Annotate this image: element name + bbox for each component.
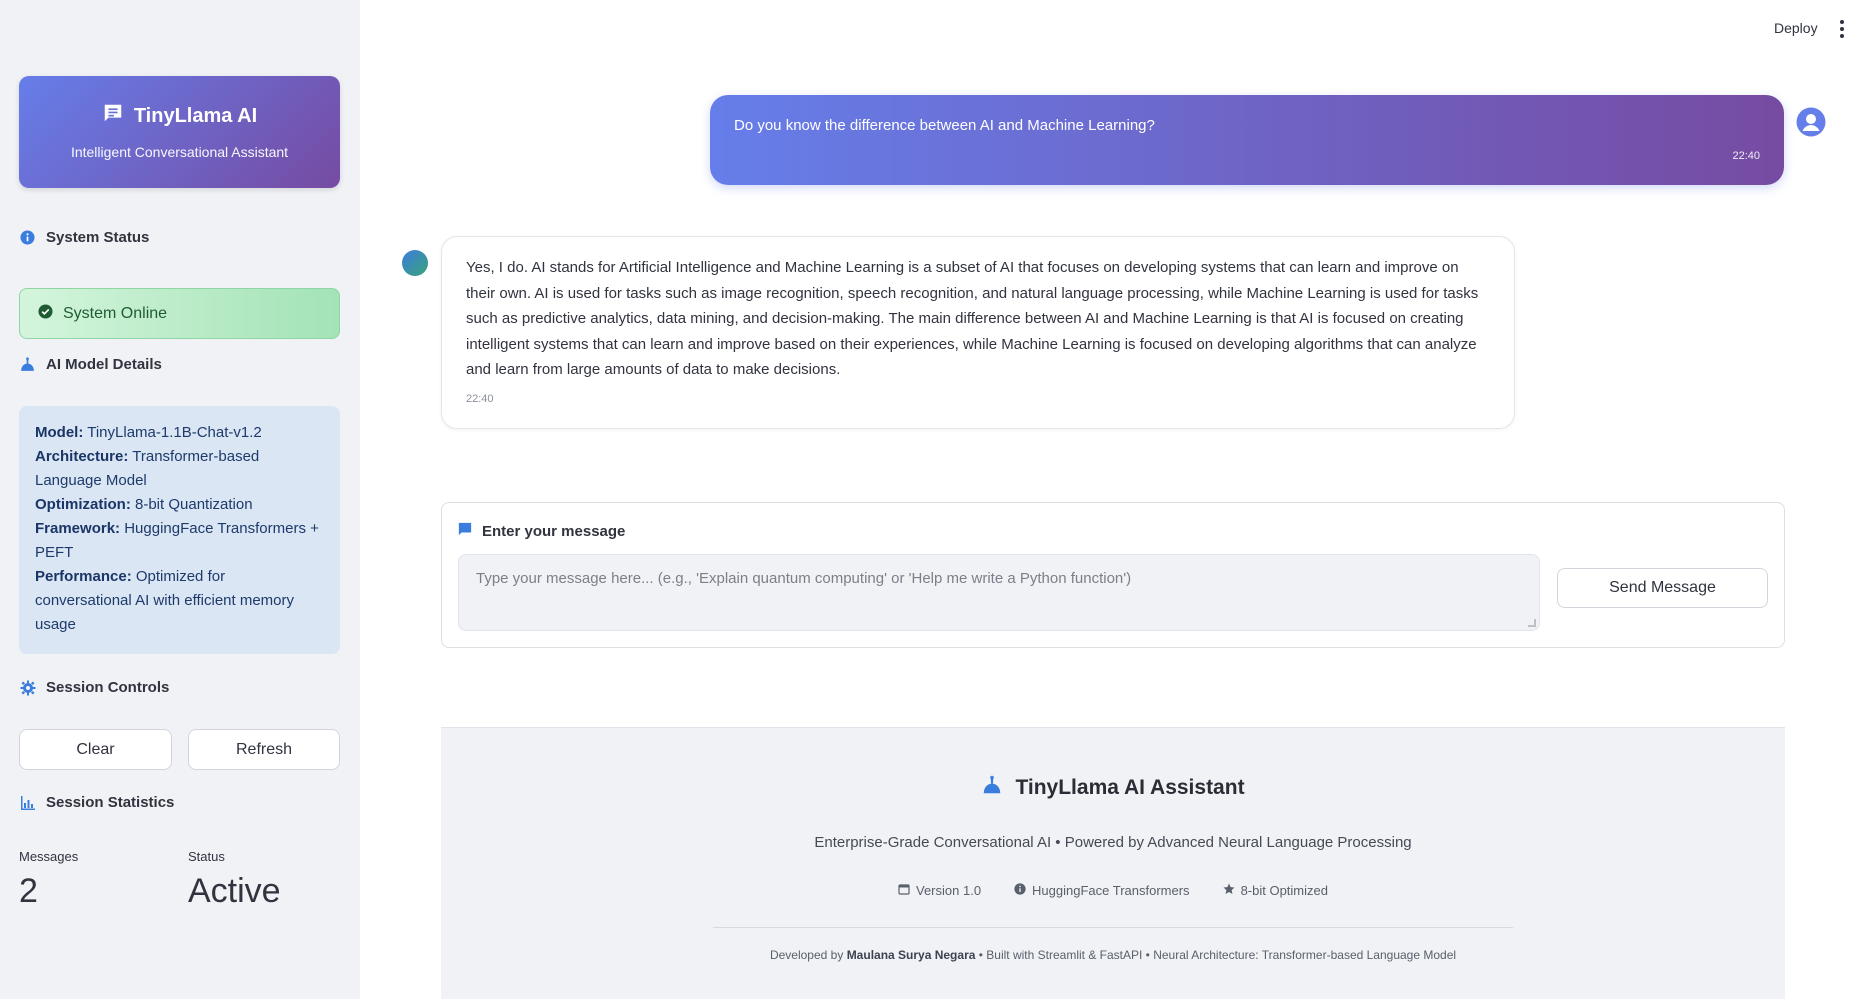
info-icon [19,229,36,246]
deploy-button[interactable]: Deploy [1774,20,1818,36]
user-message-text: Do you know the difference between AI an… [734,117,1155,134]
assistant-message-time: 22:40 [466,393,494,405]
clear-button[interactable]: Clear [19,729,172,770]
main-menu-icon[interactable] [1838,20,1846,38]
footer-subtitle: Enterprise-Grade Conversational AI • Pow… [814,834,1412,851]
message-input[interactable]: Type your message here... (e.g., 'Explai… [458,554,1540,631]
messages-stat-label: Messages [19,849,79,864]
brand-title-row: TinyLlama AI [19,102,340,130]
check-circle-icon [38,303,53,324]
assistant-message-text: Yes, I do. AI stands for Artificial Inte… [466,259,1479,379]
send-message-button[interactable]: Send Message [1557,568,1768,608]
gear-icon [19,679,36,696]
model-details-heading: AI Model Details [19,356,162,373]
status-stat-label: Status [188,849,225,864]
brand-title: TinyLlama AI [133,104,258,127]
chat-icon [102,102,124,130]
robot-icon [19,356,36,373]
developer-name: Maulana Surya Negara [846,948,976,962]
model-detail-item: Model: TinyLlama-1.1B-Chat-v1.2 [35,424,262,441]
optimization-badge: 8-bit Optimized [1223,883,1328,898]
version-badge: Version 1.0 [898,883,981,898]
brand-card: TinyLlama AI Intelligent Conversational … [19,76,340,188]
footer: TinyLlama AI Assistant Enterprise-Grade … [441,727,1785,999]
footer-badges: Version 1.0 HuggingFace Transformers 8-b… [441,883,1785,898]
footer-credits: Developed by Maulana Surya Negara • Buil… [769,948,1457,962]
user-avatar-icon [1796,107,1826,137]
footer-title: TinyLlama AI Assistant [1015,776,1245,799]
user-message-time: 22:40 [1732,150,1760,162]
model-detail-item: Architecture: Transformer-based Language… [35,448,260,489]
assistant-message: Yes, I do. AI stands for Artificial Inte… [441,236,1515,429]
model-details-box: Model: TinyLlama-1.1B-Chat-v1.2 Architec… [19,406,340,654]
model-detail-item: Framework: HuggingFace Transformers + PE… [35,520,319,561]
refresh-button[interactable]: Refresh [188,729,340,770]
status-stat-value: Active [188,872,281,910]
message-icon [458,522,472,540]
system-online-alert: System Online [19,288,340,339]
message-form: Enter your message Type your message her… [441,502,1785,648]
session-statistics-heading: Session Statistics [19,794,174,811]
message-input-label: Enter your message [458,522,625,540]
session-controls-heading: Session Controls [19,679,169,696]
user-message: Do you know the difference between AI an… [710,95,1784,185]
calendar-icon [898,883,910,898]
robot-icon [981,774,1003,802]
brand-subtitle: Intelligent Conversational Assistant [70,144,289,160]
footer-divider [713,927,1513,928]
model-detail-item: Optimization: 8-bit Quantization [35,496,253,513]
messages-stat-value: 2 [19,872,38,910]
info-icon [1014,883,1026,898]
star-icon [1223,883,1235,898]
bar-chart-icon [19,794,36,811]
system-status-text: System Online [63,304,168,322]
system-status-heading: System Status [19,229,149,246]
assistant-avatar [402,250,428,276]
framework-badge: HuggingFace Transformers [1014,883,1190,898]
sidebar: TinyLlama AI Intelligent Conversational … [0,0,360,999]
footer-title-row: TinyLlama AI Assistant [441,774,1785,802]
model-detail-item: Performance: Optimized for conversationa… [35,568,295,633]
